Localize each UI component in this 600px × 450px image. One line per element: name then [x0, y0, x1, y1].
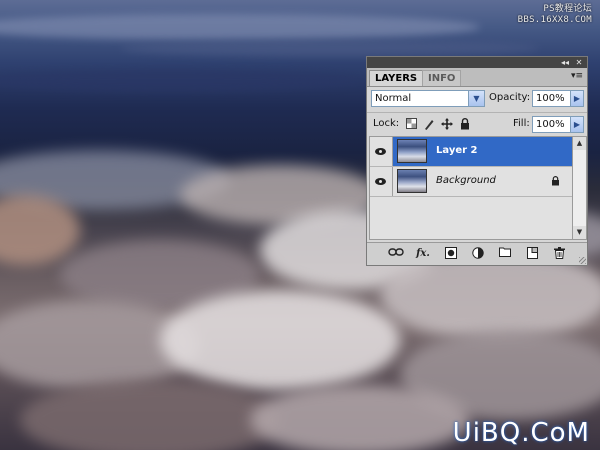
- watermark-line-2: BBS.16XX8.COM: [517, 15, 592, 25]
- eye-icon[interactable]: [375, 178, 386, 185]
- watermark-line-1: PS教程论坛: [543, 4, 592, 14]
- cloud: [160, 290, 400, 390]
- new-layer-icon[interactable]: [524, 247, 540, 261]
- resize-grip[interactable]: [579, 257, 586, 264]
- visibility-toggle[interactable]: [370, 167, 393, 196]
- visibility-toggle[interactable]: [370, 137, 393, 166]
- adjustment-layer-icon[interactable]: [470, 247, 486, 261]
- fx-icon[interactable]: fx.: [415, 247, 431, 261]
- scroll-up-icon[interactable]: ▲: [573, 137, 586, 150]
- opacity-label: Opacity:: [489, 92, 531, 103]
- panel-tabs: LAYERS INFO ▾≡: [367, 68, 587, 87]
- sky-streak: [0, 14, 480, 40]
- opacity-value: 100%: [536, 93, 565, 104]
- trash-icon[interactable]: [551, 247, 567, 261]
- layer-name[interactable]: Background: [436, 175, 496, 186]
- watermark-logo-text: UiBQ.CoM: [452, 418, 590, 448]
- link-layers-icon[interactable]: [388, 247, 404, 261]
- blend-opacity-row: Normal ▼ Opacity: 100% ▶: [367, 88, 587, 110]
- panel-menu-icon[interactable]: ▾≡: [570, 71, 584, 82]
- fill-field[interactable]: 100% ▶: [532, 116, 584, 133]
- fill-value: 100%: [536, 119, 565, 130]
- panel-footer: fx.: [367, 242, 587, 265]
- chevron-down-icon[interactable]: ▼: [468, 91, 484, 106]
- layer-thumbnail: [397, 139, 427, 163]
- opacity-field[interactable]: 100% ▶: [532, 90, 584, 107]
- group-folder-icon[interactable]: [497, 247, 513, 261]
- lock-label: Lock:: [373, 118, 400, 129]
- lock-icon: [550, 176, 560, 186]
- eye-icon[interactable]: [375, 148, 386, 155]
- lock-position-icon[interactable]: [441, 118, 453, 130]
- watermark-text: PS教程论坛 BBS.16XX8.COM: [518, 4, 592, 26]
- lock-image-pixels-icon[interactable]: [423, 118, 435, 130]
- sky-streak: [0, 70, 360, 92]
- layers-list: Layer 2 Background: [369, 136, 573, 240]
- collapse-panel-icon[interactable]: ◂◂: [559, 57, 571, 68]
- lock-transparency-icon[interactable]: [405, 118, 417, 130]
- lock-all-icon[interactable]: [459, 118, 471, 130]
- sky-streak: [120, 40, 540, 56]
- cloud: [20, 380, 280, 450]
- close-panel-icon[interactable]: ✕: [574, 57, 584, 68]
- layer-name[interactable]: Layer 2: [436, 145, 477, 156]
- layer-row-layer-2[interactable]: Layer 2: [370, 137, 572, 167]
- layer-mask-icon[interactable]: [443, 247, 459, 261]
- blend-mode-value: Normal: [375, 93, 412, 104]
- tab-info[interactable]: INFO: [422, 70, 462, 86]
- layers-scrollbar[interactable]: ▲ ▼: [573, 136, 587, 240]
- layer-thumbnail: [397, 169, 427, 193]
- lock-fill-row: Lock: Fill: 100% ▶: [367, 112, 587, 135]
- cloud: [250, 385, 470, 450]
- panel-titlebar[interactable]: ◂◂ ✕: [367, 57, 587, 68]
- fill-label: Fill:: [513, 118, 530, 129]
- scroll-down-icon[interactable]: ▼: [573, 226, 586, 239]
- fill-slider-arrow-icon[interactable]: ▶: [570, 117, 583, 132]
- layer-row-background[interactable]: Background: [370, 167, 572, 197]
- tab-layers[interactable]: LAYERS: [369, 70, 424, 86]
- blend-mode-dropdown[interactable]: Normal ▼: [371, 90, 485, 107]
- opacity-slider-arrow-icon[interactable]: ▶: [570, 91, 583, 106]
- layers-panel: ◂◂ ✕ LAYERS INFO ▾≡ Normal ▼ Opacity: 10…: [366, 56, 588, 266]
